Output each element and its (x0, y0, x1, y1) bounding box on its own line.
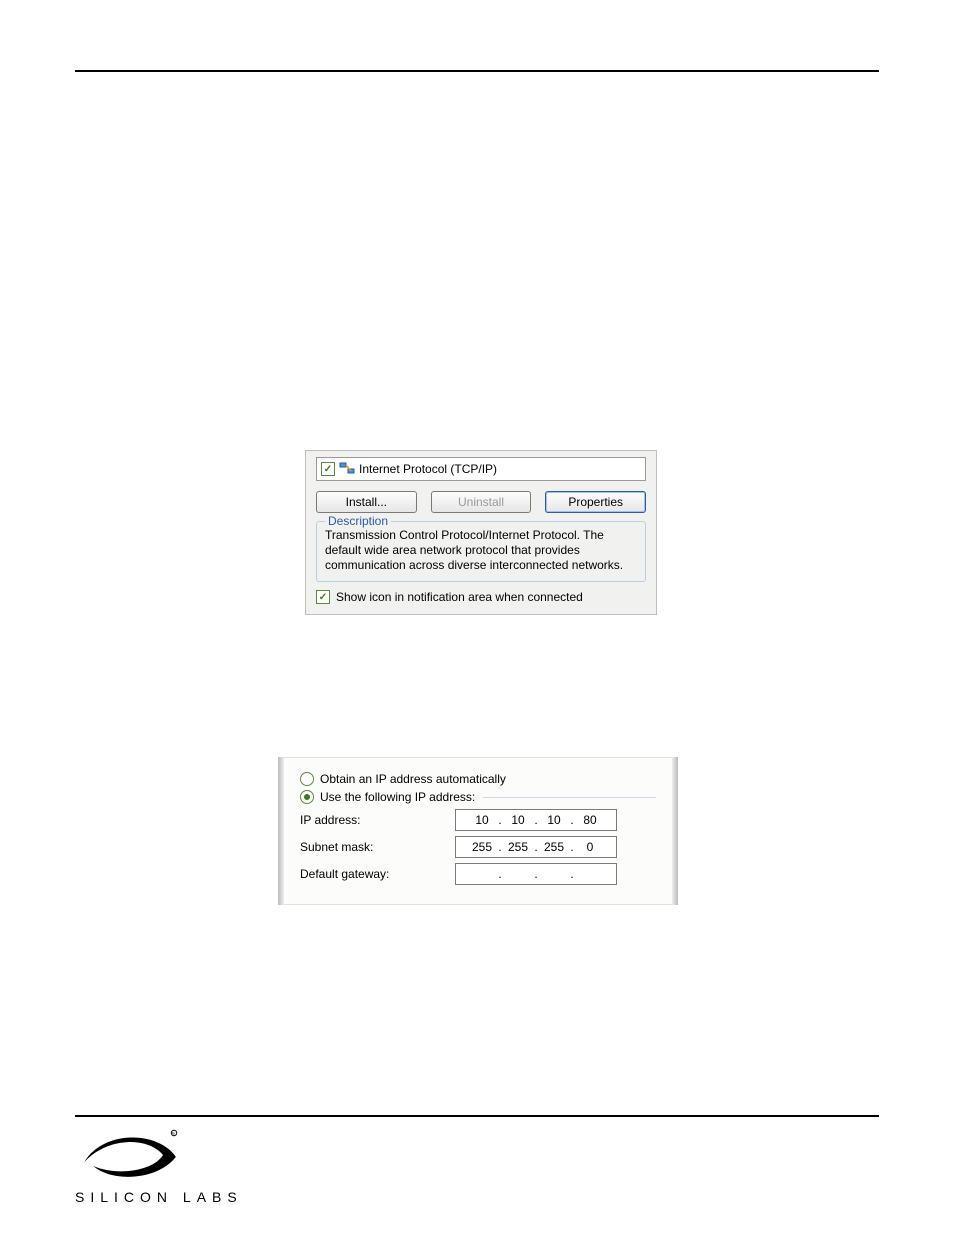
silicon-labs-logo: R SILICON LABS (75, 1125, 879, 1205)
brand-text: SILICON LABS (75, 1189, 243, 1205)
ip-address-row: IP address: 10. 10. 10. 80 (300, 809, 656, 831)
protocol-list-item[interactable]: ✓ Internet Protocol (TCP/IP) (316, 457, 646, 481)
right-shadow (672, 757, 678, 905)
protocol-checkbox[interactable]: ✓ (321, 462, 335, 476)
ip-address-input[interactable]: 10. 10. 10. 80 (455, 809, 617, 831)
default-gateway-row: Default gateway: . . . (300, 863, 656, 885)
radio-auto-label: Obtain an IP address automatically (320, 772, 506, 786)
ip-oct4[interactable]: 80 (575, 813, 605, 827)
radio-auto-row[interactable]: Obtain an IP address automatically (300, 772, 656, 786)
show-icon-checkbox[interactable]: ✓ (316, 590, 330, 604)
ip-address-label: IP address: (300, 813, 455, 827)
header-divider (75, 70, 879, 72)
description-text: Transmission Control Protocol/Internet P… (325, 528, 637, 573)
radio-manual-row[interactable]: Use the following IP address: (300, 790, 656, 804)
protocol-label: Internet Protocol (TCP/IP) (359, 462, 497, 476)
ip-oct3[interactable]: 10 (539, 813, 569, 827)
mask-oct4[interactable]: 0 (575, 840, 605, 854)
show-icon-label: Show icon in notification area when conn… (336, 590, 583, 604)
default-gateway-label: Default gateway: (300, 867, 455, 881)
description-legend: Description (325, 514, 391, 528)
network-icon (339, 461, 355, 478)
subnet-mask-input[interactable]: 255. 255. 255. 0 (455, 836, 617, 858)
mask-oct1[interactable]: 255 (467, 840, 497, 854)
radio-manual[interactable] (300, 790, 314, 804)
tcpip-dialog-fragment: ✓ Internet Protocol (TCP/IP) Install... … (305, 450, 657, 615)
footer-divider (75, 1115, 879, 1117)
subnet-mask-row: Subnet mask: 255. 255. 255. 0 (300, 836, 656, 858)
default-gateway-input[interactable]: . . . (455, 863, 617, 885)
mask-oct2[interactable]: 255 (503, 840, 533, 854)
ip-oct2[interactable]: 10 (503, 813, 533, 827)
properties-button[interactable]: Properties (545, 491, 646, 513)
radio-manual-label: Use the following IP address: (320, 790, 475, 804)
page-footer: R SILICON LABS (75, 1115, 879, 1205)
group-divider (483, 797, 656, 798)
ip-settings-fragment: Obtain an IP address automatically Use t… (278, 757, 678, 905)
subnet-mask-label: Subnet mask: (300, 840, 455, 854)
ip-oct1[interactable]: 10 (467, 813, 497, 827)
uninstall-button: Uninstall (431, 491, 532, 513)
install-button[interactable]: Install... (316, 491, 417, 513)
mask-oct3[interactable]: 255 (539, 840, 569, 854)
radio-auto[interactable] (300, 772, 314, 786)
description-group: Description Transmission Control Protoco… (316, 521, 646, 582)
swirl-icon: R (75, 1125, 185, 1185)
